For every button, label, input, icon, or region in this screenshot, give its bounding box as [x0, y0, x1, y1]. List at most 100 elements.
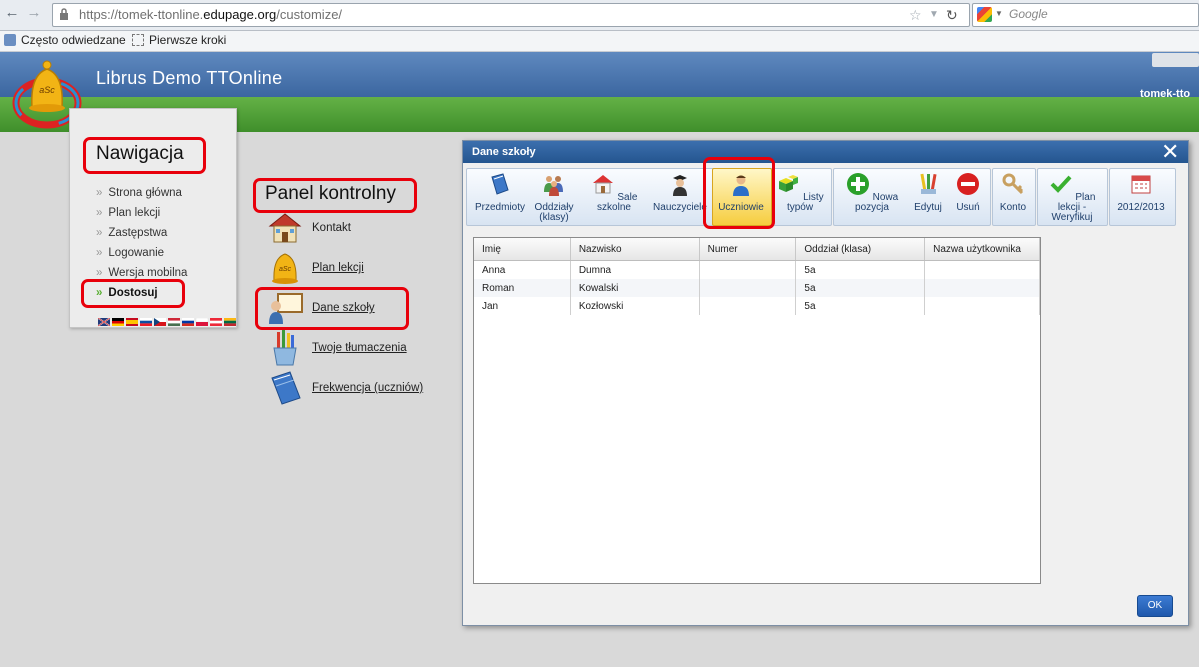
tab-sale-szkolne[interactable]: Sale szkolne	[582, 172, 646, 213]
table-row[interactable]: Anna Dumna 5a	[474, 260, 1040, 279]
chevron-right-icon: »	[96, 207, 103, 219]
table-header-row: Imię Nazwisko Numer Oddział (klasa) Nazw…	[474, 238, 1040, 261]
plan-weryfikuj-button[interactable]: Plan lekcji - Weryfikuj	[1039, 172, 1105, 223]
language-flags[interactable]	[98, 318, 238, 327]
pencils-cup-icon[interactable]	[266, 330, 304, 366]
cell-nazwa-uzytkownika	[924, 279, 1040, 297]
flag-pl-icon[interactable]	[195, 318, 209, 326]
school-year-button[interactable]: 2012/2013	[1110, 172, 1172, 213]
back-arrow-icon[interactable]: ←	[4, 5, 20, 21]
dropdown-arrow-icon[interactable]: ▼	[929, 6, 939, 24]
flag-de-icon[interactable]	[112, 318, 124, 326]
nav-item-strona-glowna[interactable]: » Strona główna	[96, 187, 182, 199]
house-icon	[592, 175, 613, 194]
nowa-pozycja-button[interactable]: Nowa pozycja	[836, 172, 908, 213]
cell-oddzial: 5a	[795, 297, 926, 315]
reload-icon[interactable]: ↻	[946, 6, 958, 24]
search-bar[interactable]: ▼ Google	[972, 3, 1199, 27]
flag-es-icon[interactable]	[126, 318, 138, 326]
cell-imie: Anna	[474, 260, 571, 279]
flag-cz-icon[interactable]	[154, 318, 166, 326]
engine-dropdown-icon[interactable]: ▼	[995, 9, 1003, 18]
bookmark-czesto[interactable]: Często odwiedzane	[4, 33, 126, 47]
bookmark-pierwsze[interactable]: Pierwsze kroki	[132, 33, 226, 47]
plus-icon	[846, 173, 869, 195]
calendar-icon	[1131, 175, 1151, 194]
check-icon	[1050, 175, 1072, 193]
column-header-oddzial[interactable]: Oddział (klasa)	[795, 238, 926, 261]
bell-logo-text: aSc	[279, 266, 292, 273]
lock-icon	[60, 8, 68, 20]
header-search-box[interactable]	[1152, 53, 1199, 67]
column-header-nazwisko[interactable]: Nazwisko	[570, 238, 700, 261]
cp-item-twoje-tlumaczenia[interactable]: Twoje tłumaczenia	[312, 342, 407, 354]
username-label[interactable]: tomek-tto	[1140, 88, 1190, 100]
cell-nazwisko: Kozłowski	[570, 297, 700, 315]
google-icon[interactable]	[977, 7, 992, 22]
column-header-nazwa-uzytkownika[interactable]: Nazwa użytkownika	[924, 238, 1040, 261]
usun-button[interactable]: Usuń	[948, 172, 988, 213]
dialog-title-bar[interactable]: Dane szkoły ✕	[463, 139, 1188, 165]
cp-item-plan-lekcji[interactable]: Plan lekcji	[312, 262, 364, 274]
table-row[interactable]: Jan Kozłowski 5a	[474, 297, 1040, 315]
flag-sk-icon[interactable]	[140, 318, 152, 326]
dane-szkoly-dialog: Dane szkoły ✕ Przedmioty Oddziały (klasy…	[462, 139, 1189, 626]
logo-text: aSc	[39, 85, 55, 95]
cell-numer	[699, 260, 797, 279]
nav-item-wersja-mobilna[interactable]: » Wersja mobilna	[96, 267, 187, 279]
tab-przedmioty[interactable]: Przedmioty	[470, 172, 530, 213]
highlight-uczniowie	[703, 157, 775, 229]
url-text: https://tomek-ttonline.edupage.org/custo…	[79, 7, 343, 22]
cell-oddzial: 5a	[795, 260, 926, 279]
flag-ru-icon[interactable]	[182, 318, 194, 326]
column-header-imie[interactable]: Imię	[474, 238, 571, 261]
cell-imie: Roman	[474, 279, 571, 297]
nav-item-zastepstwa[interactable]: » Zastępstwa	[96, 227, 167, 239]
flag-at-icon[interactable]	[210, 318, 222, 326]
forward-arrow-icon[interactable]: →	[26, 5, 42, 21]
edytuj-button[interactable]: Edytuj	[910, 172, 946, 213]
flag-hu-icon[interactable]	[168, 318, 180, 326]
remove-icon	[957, 173, 979, 195]
cell-numer	[699, 297, 797, 315]
cell-nazwa-uzytkownika	[924, 297, 1040, 315]
attendance-book-icon[interactable]	[266, 370, 304, 406]
site-title: Librus Demo TTOnline	[96, 68, 283, 88]
column-header-numer[interactable]: Numer	[699, 238, 797, 261]
dialog-title: Dane szkoły	[472, 146, 536, 158]
teacher-icon	[673, 175, 687, 196]
blocks-icon	[779, 175, 799, 192]
book-icon	[491, 173, 509, 195]
ok-button[interactable]: OK	[1137, 595, 1173, 617]
cp-item-frekwencja[interactable]: Frekwencja (uczniów)	[312, 382, 423, 394]
students-grid: Imię Nazwisko Numer Oddział (klasa) Nazw…	[474, 238, 1040, 315]
cell-oddzial: 5a	[795, 279, 926, 297]
tab-oddzialy[interactable]: Oddziały (klasy)	[532, 172, 576, 223]
tab-listy-typow[interactable]: Listy typów	[772, 172, 828, 213]
tab-nauczyciele[interactable]: Nauczyciele	[649, 172, 711, 213]
close-icon[interactable]: ✕	[1161, 139, 1179, 165]
nav-item-dostosuj[interactable]: » Dostosuj	[96, 287, 158, 299]
control-panel-heading: Panel kontrolny	[265, 183, 396, 204]
browser-toolbar: ← → https://tomek-ttonline.edupage.org/c…	[0, 0, 1199, 31]
house-icon[interactable]	[266, 210, 304, 246]
konto-button[interactable]: Konto	[993, 172, 1033, 213]
key-icon	[1002, 173, 1024, 195]
nav-item-plan-lekcji[interactable]: » Plan lekcji	[96, 207, 160, 219]
nav-heading: Nawigacja	[96, 143, 184, 164]
address-bar[interactable]: https://tomek-ttonline.edupage.org/custo…	[52, 3, 970, 27]
bookmark-star-icon[interactable]: ☆	[909, 6, 922, 24]
flag-lt-icon[interactable]	[224, 318, 236, 326]
cp-item-dane-szkoly[interactable]: Dane szkoły	[312, 302, 375, 314]
bell-icon[interactable]: aSc	[266, 250, 304, 286]
cp-item-kontakt[interactable]: Kontakt	[312, 222, 351, 234]
page-icon	[132, 34, 144, 46]
nav-item-logowanie[interactable]: » Logowanie	[96, 247, 164, 259]
search-placeholder: Google	[1009, 7, 1048, 21]
cell-nazwa-uzytkownika	[924, 260, 1040, 279]
table-row[interactable]: Roman Kowalski 5a	[474, 279, 1040, 297]
cell-imie: Jan	[474, 297, 571, 315]
chevron-right-icon: »	[96, 287, 103, 299]
teacher-board-icon[interactable]	[266, 290, 304, 326]
cell-numer	[699, 279, 797, 297]
